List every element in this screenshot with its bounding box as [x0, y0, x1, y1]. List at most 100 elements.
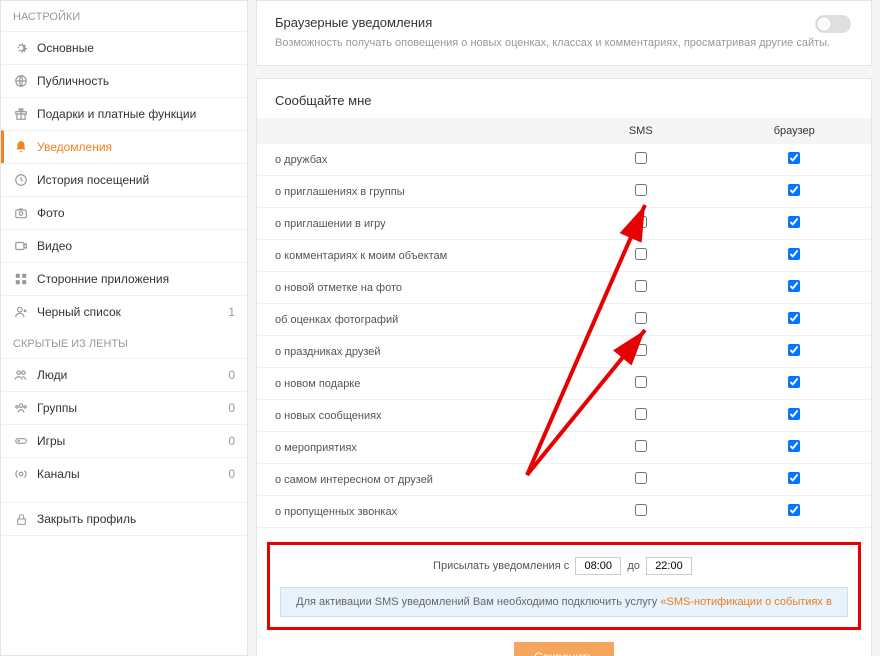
sidebar-item-gift[interactable]: Подарки и платные функции	[1, 97, 247, 130]
globe-icon	[13, 73, 29, 89]
sidebar-item-label: Видео	[37, 239, 235, 253]
sms-checkbox[interactable]	[635, 184, 647, 196]
sidebar-item-count: 0	[228, 368, 235, 382]
notify-table: SMS браузер о дружбахо приглашениях в гр…	[257, 118, 871, 528]
sms-checkbox[interactable]	[635, 280, 647, 292]
sidebar-item-bell[interactable]: Уведомления	[1, 130, 247, 163]
browser-checkbox[interactable]	[788, 152, 800, 164]
browser-notif-toggle[interactable]	[815, 15, 851, 33]
browser-checkbox[interactable]	[788, 376, 800, 388]
sms-info-text: Для активации SMS уведомлений Вам необхо…	[296, 596, 660, 608]
table-row: об оценках фотографий	[257, 304, 871, 336]
sidebar-item-count: 0	[228, 467, 235, 481]
row-label: о мероприятиях	[257, 432, 564, 464]
sidebar-item-label: Черный список	[37, 305, 224, 319]
col-empty	[257, 118, 564, 144]
table-row: о новом подарке	[257, 368, 871, 400]
browser-checkbox[interactable]	[788, 280, 800, 292]
sidebar-item-group[interactable]: Группы0	[1, 391, 247, 424]
sidebar-item-count: 0	[228, 434, 235, 448]
table-row: о новых сообщениях	[257, 400, 871, 432]
sidebar-item-apps[interactable]: Сторонние приложения	[1, 262, 247, 295]
sidebar-section-hidden: СКРЫТЫЕ ИЗ ЛЕНТЫ	[1, 328, 247, 358]
sms-checkbox[interactable]	[635, 440, 647, 452]
sidebar-item-gear[interactable]: Основные	[1, 31, 247, 64]
sidebar-item-label: Закрыть профиль	[37, 512, 235, 526]
row-label: о приглашениях в группы	[257, 176, 564, 208]
time-mid: до	[627, 560, 640, 572]
sms-checkbox[interactable]	[635, 376, 647, 388]
sidebar-item-channel[interactable]: Каналы 0	[1, 457, 247, 490]
browser-checkbox[interactable]	[788, 408, 800, 420]
sidebar-item-lock-profile[interactable]: Закрыть профиль	[1, 502, 247, 536]
group-icon	[13, 400, 29, 416]
table-row: о самом интересном от друзей	[257, 464, 871, 496]
row-label: о приглашении в игру	[257, 208, 564, 240]
row-label: о новой отметке на фото	[257, 272, 564, 304]
browser-notif-subtitle: Возможность получать оповещения о новых …	[275, 36, 853, 51]
browser-checkbox[interactable]	[788, 344, 800, 356]
col-browser: браузер	[718, 118, 872, 144]
sidebar-item-label: Уведомления	[37, 140, 235, 154]
sidebar-item-label: Люди	[37, 368, 224, 382]
sidebar-item-label: Основные	[37, 41, 235, 55]
table-row: о приглашениях в группы	[257, 176, 871, 208]
browser-checkbox[interactable]	[788, 216, 800, 228]
row-label: о комментариях к моим объектам	[257, 240, 564, 272]
table-row: о новой отметке на фото	[257, 272, 871, 304]
col-sms: SMS	[564, 118, 718, 144]
table-row: о приглашении в игру	[257, 208, 871, 240]
sidebar-item-history[interactable]: История посещений	[1, 163, 247, 196]
row-label: о пропущенных звонках	[257, 496, 564, 528]
notify-card: Сообщайте мне SMS браузер о дружбахо при…	[256, 78, 872, 656]
time-from-input[interactable]	[575, 557, 621, 575]
sidebar-section-settings: НАСТРОЙКИ	[1, 1, 247, 31]
sidebar-item-camera[interactable]: Фото	[1, 196, 247, 229]
sms-checkbox[interactable]	[635, 152, 647, 164]
row-label: об оценках фотографий	[257, 304, 564, 336]
sms-checkbox[interactable]	[635, 504, 647, 516]
browser-checkbox[interactable]	[788, 472, 800, 484]
sidebar-item-user-x[interactable]: Черный список1	[1, 295, 247, 328]
lock-icon	[13, 511, 29, 527]
sidebar-item-video[interactable]: Видео	[1, 229, 247, 262]
sidebar-item-label: История посещений	[37, 173, 235, 187]
sidebar-item-label: Каналы	[37, 467, 224, 481]
sms-checkbox[interactable]	[635, 216, 647, 228]
table-row: о дружбах	[257, 144, 871, 176]
main-content: Браузерные уведомления Возможность получ…	[248, 0, 880, 656]
sms-info-bar: Для активации SMS уведомлений Вам необхо…	[280, 587, 848, 617]
sidebar-item-label: Игры	[37, 434, 224, 448]
bell-icon	[13, 139, 29, 155]
sms-checkbox[interactable]	[635, 472, 647, 484]
people-icon	[13, 367, 29, 383]
sidebar-item-label: Публичность	[37, 74, 235, 88]
time-to-input[interactable]	[646, 557, 692, 575]
sidebar-item-people[interactable]: Люди 0	[1, 358, 247, 391]
sms-checkbox[interactable]	[635, 248, 647, 260]
row-label: о праздниках друзей	[257, 336, 564, 368]
browser-checkbox[interactable]	[788, 440, 800, 452]
user-x-icon	[13, 304, 29, 320]
table-row: о комментариях к моим объектам	[257, 240, 871, 272]
browser-checkbox[interactable]	[788, 248, 800, 260]
history-icon	[13, 172, 29, 188]
sms-info-link[interactable]: «SMS-нотификации о событиях в	[660, 596, 831, 608]
browser-notif-card: Браузерные уведомления Возможность получ…	[256, 0, 872, 66]
sidebar-item-label: Сторонние приложения	[37, 272, 235, 286]
browser-checkbox[interactable]	[788, 184, 800, 196]
browser-checkbox[interactable]	[788, 312, 800, 324]
time-settings-box: Присылать уведомления с до Для активации…	[267, 542, 861, 630]
save-button[interactable]: Сохранить	[514, 642, 614, 656]
video-icon	[13, 238, 29, 254]
sms-checkbox[interactable]	[635, 312, 647, 324]
time-prefix: Присылать уведомления с	[433, 560, 569, 572]
browser-checkbox[interactable]	[788, 504, 800, 516]
sms-checkbox[interactable]	[635, 408, 647, 420]
sms-checkbox[interactable]	[635, 344, 647, 356]
gear-icon	[13, 40, 29, 56]
sidebar-item-globe[interactable]: Публичность	[1, 64, 247, 97]
sidebar-item-label: Группы	[37, 401, 224, 415]
sidebar-item-gamepad[interactable]: Игры 0	[1, 424, 247, 457]
apps-icon	[13, 271, 29, 287]
